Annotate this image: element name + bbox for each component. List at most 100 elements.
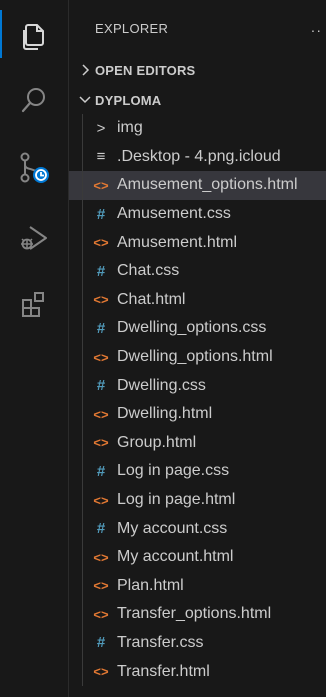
tree-item-2[interactable]: <> Amusement_options.html [69,171,326,200]
chevron-right-icon [75,64,95,76]
tree-item-label: Amusement_options.html [117,176,298,194]
explorer-sidebar: EXPLORER ·· OPEN EDITORS DYPLOMA > img ≡.… [69,0,326,697]
indent-guide [82,399,83,429]
indent-guide [82,171,83,200]
tree-item-label: Transfer.html [117,662,210,680]
tree-item-label: img [117,119,143,137]
tree-item-label: Dwelling_options.css [117,319,267,337]
html-file-icon: <> [93,606,109,622]
file-tree: > img ≡ .Desktop - 4.png.icloud <> Amusemen… [69,114,326,686]
tree-item-label: Dwelling.css [117,376,206,394]
file-lines-icon: ≡ [96,148,106,166]
indent-guide [82,457,83,486]
run-debug-button[interactable] [0,210,68,266]
section-project-label: DYPLOMA [95,92,162,108]
indent-guide [82,485,83,515]
html-file-icon: <> [93,549,109,565]
files-icon [23,24,44,50]
tree-item-8[interactable]: <> Dwelling_options.html [69,342,326,372]
indent-guide [82,542,83,572]
section-open-editors-label: OPEN EDITORS [95,62,196,78]
tree-item-label: .Desktop - 4.png.icloud [117,147,281,165]
tree-item-0[interactable]: > img [69,114,326,143]
tree-item-16[interactable]: <> Plan.html [69,571,326,601]
tree-item-7[interactable]: # Dwelling_options.css [69,314,326,343]
html-file-icon: <> [93,578,109,594]
indent-guide [82,571,83,601]
search-button[interactable] [0,72,68,128]
activity-bar [0,0,69,697]
indent-guide [82,657,83,686]
extensions-button[interactable] [0,276,68,332]
source-control-button[interactable] [0,140,68,196]
html-file-icon: <> [93,664,109,680]
tree-item-label: Log in page.css [117,462,230,480]
indent-guide [82,514,83,543]
tree-item-label: Plan.html [117,576,184,594]
css-file-icon: # [96,520,106,538]
source-control-icon [20,152,49,183]
html-file-icon: <> [93,235,109,251]
tree-item-5[interactable]: # Chat.css [69,256,326,286]
html-file-icon: <> [93,349,109,365]
run-debug-icon [21,226,47,250]
indent-guide [82,114,83,143]
html-file-icon: <> [93,406,109,422]
indent-guide [82,600,83,629]
indent-guide [82,228,83,257]
indent-guide [82,285,83,315]
section-project[interactable]: DYPLOMA [69,86,326,114]
css-file-icon: # [96,319,106,337]
tree-item-10[interactable]: <> Dwelling.html [69,399,326,429]
tree-item-label: My account.html [117,548,234,566]
tree-item-18[interactable]: # Transfer.css [69,628,326,658]
sidebar-title: EXPLORER [95,20,169,36]
tree-item-label: Dwelling_options.html [117,348,273,366]
more-actions-button[interactable]: ·· [311,22,322,38]
tree-item-6[interactable]: <> Chat.html [69,285,326,315]
tree-item-14[interactable]: # My account.css [69,514,326,543]
tree-item-label: Dwelling.html [117,405,213,423]
html-file-icon: <> [93,292,109,308]
indent-guide [82,428,83,458]
tree-item-15[interactable]: <> My account.html [69,542,326,572]
tree-item-13[interactable]: <> Log in page.html [69,485,326,515]
tree-item-label: Amusement.html [117,233,238,251]
tree-item-label: Chat.html [117,290,186,308]
indent-guide [82,342,83,372]
tree-item-label: Chat.css [117,262,180,280]
search-icon [21,88,45,113]
tree-item-9[interactable]: # Dwelling.css [69,371,326,400]
css-file-icon: # [96,205,106,223]
tree-item-12[interactable]: # Log in page.css [69,457,326,486]
extensions-icon [22,292,44,317]
tree-item-label: Transfer.css [117,633,204,651]
tree-item-4[interactable]: <> Amusement.html [69,228,326,257]
tree-item-11[interactable]: <> Group.html [69,428,326,458]
html-file-icon: <> [93,435,109,451]
tree-item-19[interactable]: <> Transfer.html [69,657,326,686]
tree-item-label: Group.html [117,433,197,451]
chevron-right-icon: > [96,119,106,137]
tree-item-3[interactable]: # Amusement.css [69,199,326,229]
chevron-down-icon [75,95,95,105]
tree-item-label: Transfer_options.html [117,605,272,623]
css-file-icon: # [96,262,106,280]
html-file-icon: <> [93,177,109,193]
indent-guide [82,314,83,343]
vscode-window: EXPLORER ·· OPEN EDITORS DYPLOMA > img ≡.… [0,0,326,697]
indent-guide [82,199,83,229]
tree-item-label: Amusement.css [117,205,231,223]
sidebar-header: EXPLORER ·· [69,0,326,56]
css-file-icon: # [96,634,106,652]
html-file-icon: <> [93,492,109,508]
tree-item-17[interactable]: <> Transfer_options.html [69,600,326,629]
section-open-editors[interactable]: OPEN EDITORS [69,56,326,84]
indent-guide [82,256,83,286]
css-file-icon: # [96,462,106,480]
css-file-icon: # [96,377,106,395]
explorer-button[interactable] [0,8,68,64]
tree-item-label: My account.css [117,519,228,537]
indent-guide [82,142,83,172]
tree-item-1[interactable]: ≡ .Desktop - 4.png.icloud [69,142,326,172]
